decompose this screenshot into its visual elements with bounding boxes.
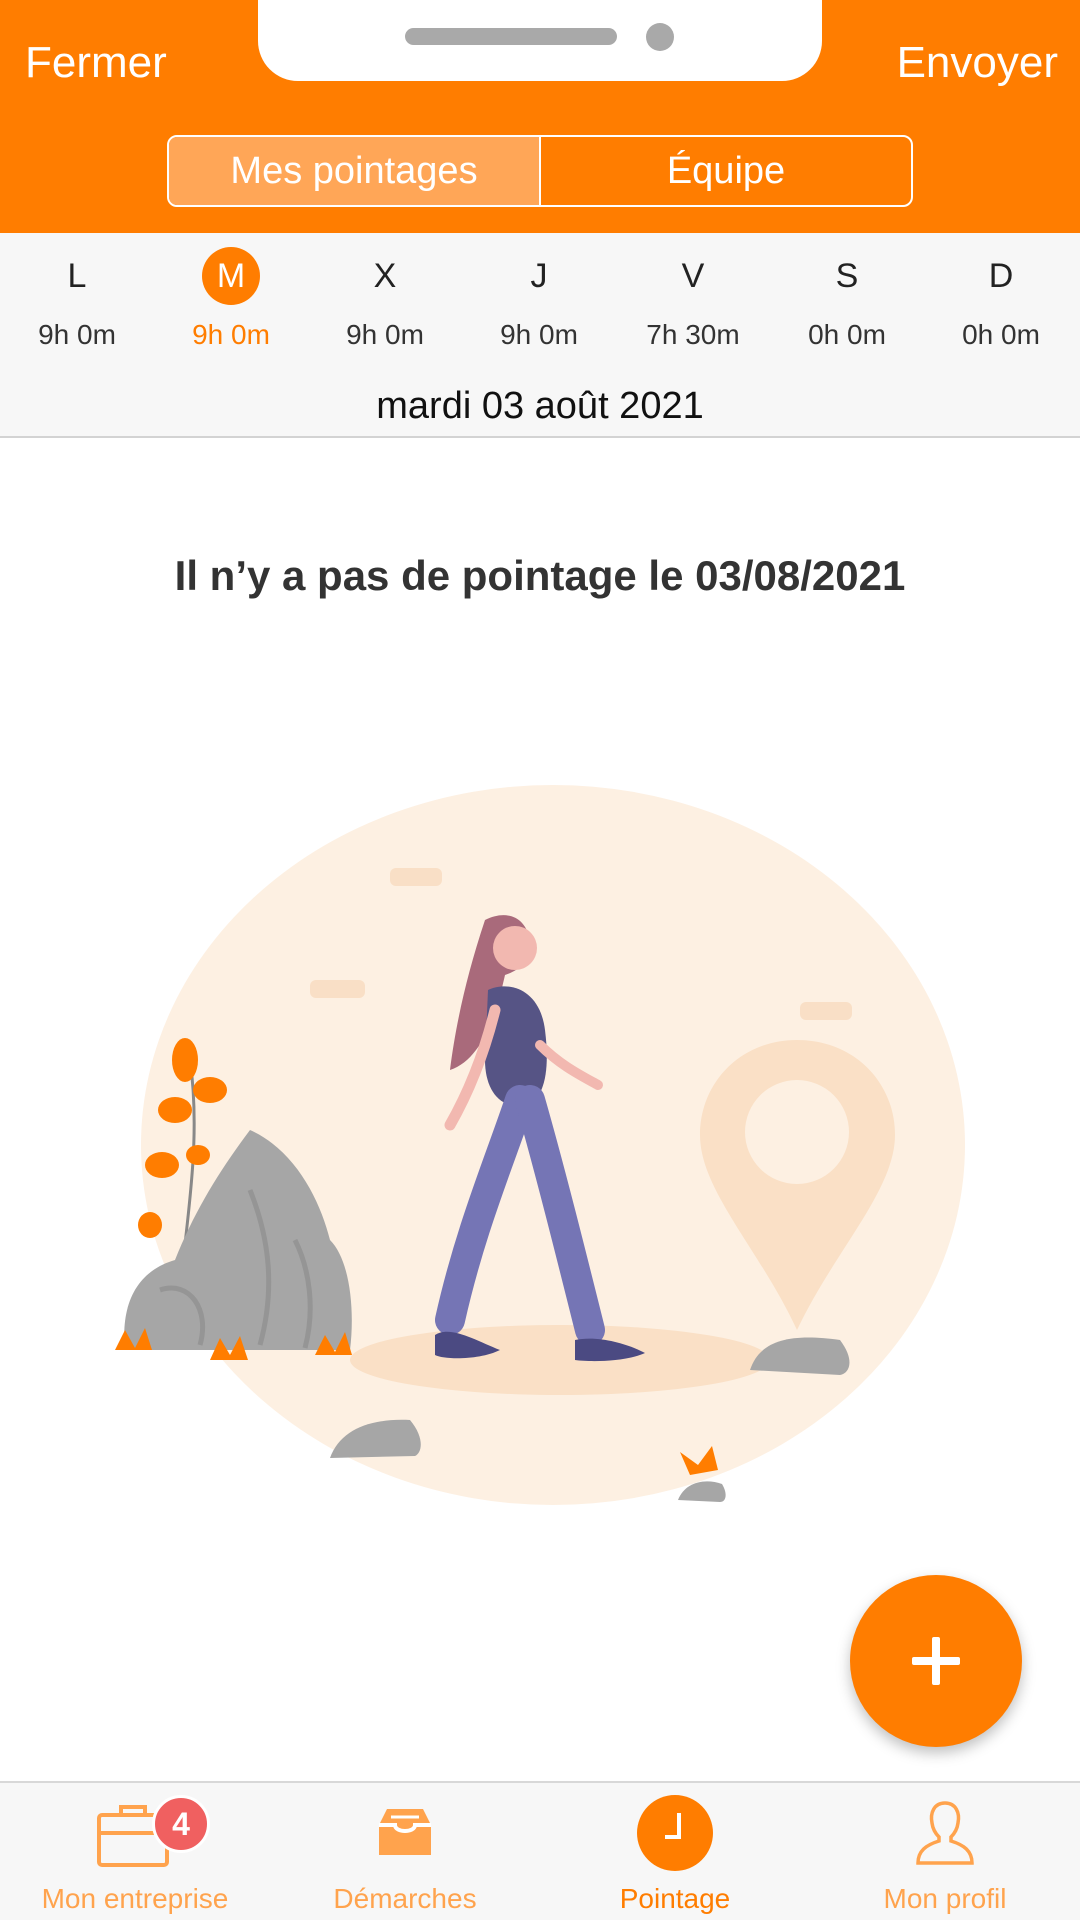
empty-state-message: Il n’y a pas de pointage le 03/08/2021 <box>174 552 906 599</box>
tab-mes-pointages[interactable]: Mes pointages <box>169 137 539 205</box>
empty-state-illustration <box>115 785 965 1505</box>
close-button[interactable]: Fermer <box>25 38 167 88</box>
day-hours: 7h 30m <box>646 319 740 350</box>
view-segmented-control: Mes pointages Équipe <box>167 135 913 207</box>
day-monday[interactable]: L 9h 0m <box>0 233 154 373</box>
day-letter: D <box>988 256 1014 295</box>
day-letter: S <box>835 256 859 295</box>
clock-icon <box>637 1795 713 1871</box>
user-icon <box>916 1801 974 1865</box>
add-pointage-button[interactable] <box>850 1575 1022 1747</box>
plus-icon <box>912 1637 960 1685</box>
bottom-tab-bar: 4 Mon entreprise Démarches Pointage Mon … <box>0 1781 1080 1920</box>
tab-equipe[interactable]: Équipe <box>539 137 911 205</box>
tab-mon-entreprise[interactable]: 4 Mon entreprise <box>0 1783 270 1920</box>
inbox-icon <box>379 1809 431 1855</box>
day-hours: 0h 0m <box>962 319 1040 350</box>
tab-label: Pointage <box>619 1883 731 1914</box>
tab-mon-profil[interactable]: Mon profil <box>810 1783 1080 1920</box>
tab-label: Mon profil <box>883 1883 1007 1914</box>
notch-speaker <box>405 28 617 45</box>
day-letter: M <box>202 247 260 305</box>
day-hours: 9h 0m <box>192 319 270 350</box>
tab-label: Mon entreprise <box>41 1883 229 1914</box>
notification-badge: 4 <box>152 1795 210 1853</box>
device-notch <box>258 0 822 81</box>
notch-camera <box>646 23 674 51</box>
day-saturday[interactable]: S 0h 0m <box>770 233 924 373</box>
tab-pointage[interactable]: Pointage <box>540 1783 810 1920</box>
day-letter: X <box>373 256 397 295</box>
day-tuesday[interactable]: M 9h 0m <box>154 233 308 373</box>
day-sunday[interactable]: D 0h 0m <box>924 233 1078 373</box>
day-letter: L <box>67 256 87 295</box>
day-thursday[interactable]: J 9h 0m <box>462 233 616 373</box>
day-hours: 9h 0m <box>38 319 116 350</box>
day-letter: J <box>530 256 548 295</box>
day-letter: V <box>681 256 705 295</box>
day-wednesday[interactable]: X 9h 0m <box>308 233 462 373</box>
day-hours: 0h 0m <box>808 319 886 350</box>
app-header: Fermer Envoyer Mes pointages Équipe <box>0 0 1080 233</box>
tab-demarches[interactable]: Démarches <box>270 1783 540 1920</box>
day-friday[interactable]: V 7h 30m <box>616 233 770 373</box>
day-hours: 9h 0m <box>346 319 424 350</box>
tab-label: Démarches <box>333 1883 477 1914</box>
day-hours: 9h 0m <box>500 319 578 350</box>
send-button[interactable]: Envoyer <box>897 38 1058 88</box>
selected-date-label: mardi 03 août 2021 <box>376 385 704 427</box>
week-selector: L 9h 0m M 9h 0m X 9h 0m J 9h 0m V 7h 30m… <box>0 233 1080 438</box>
